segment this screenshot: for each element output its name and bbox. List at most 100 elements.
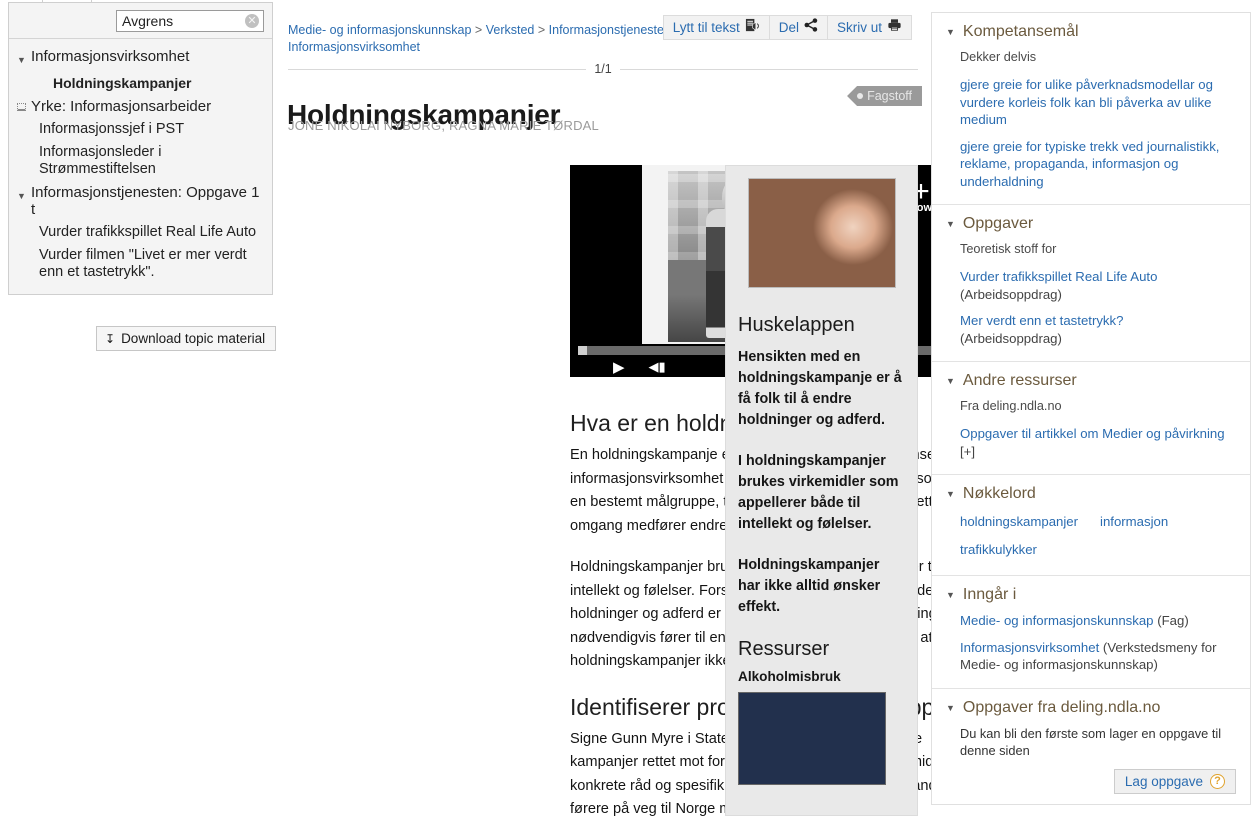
huskelappen-paragraph: I holdningskampanjer brukes virkemidler … bbox=[738, 453, 899, 532]
section-title: Inngår i bbox=[962, 586, 1017, 603]
competence-goal-link[interactable]: gjere greie for typiske trekk ved journa… bbox=[960, 138, 1236, 191]
parent-entry[interactable]: Informasjonsvirksomhet (Verkstedsmeny fo… bbox=[960, 639, 1236, 674]
breadcrumb-link-1[interactable]: Verksted bbox=[486, 23, 535, 37]
breadcrumb-separator: > bbox=[537, 23, 546, 37]
search-row: ✕ bbox=[9, 3, 272, 39]
sidebar-item-vurder-filmen[interactable]: Vurder filmen "Livet er mer verdt enn et… bbox=[9, 244, 272, 284]
parent-link[interactable]: Informasjonsvirksomhet bbox=[960, 640, 1099, 655]
section-note: Fra deling.ndla.no bbox=[960, 399, 1062, 413]
section-header[interactable]: ▼ Nøkkelord bbox=[946, 485, 1236, 503]
sidebar-item-vurder-trafikkspillet[interactable]: Vurder trafikkspillet Real Life Auto bbox=[9, 221, 272, 244]
sidebar-item-label: Informasjonsleder i Strømmestiftelsen bbox=[39, 144, 162, 177]
listen-to-text-button[interactable]: Lytt til tekst bbox=[662, 15, 770, 40]
page-indicator-rule: 1/1 bbox=[288, 62, 919, 76]
task-suffix: (Arbeidsoppdrag) bbox=[960, 330, 1062, 346]
article-actions: Lytt til tekst Del Skriv ut bbox=[662, 15, 912, 40]
section-oppgaver: ▼ Oppgaver Teoretisk stoff for Vurder tr… bbox=[932, 205, 1250, 362]
keyword-tag[interactable]: holdningskampanjer bbox=[960, 511, 1078, 533]
task-suffix: (Arbeidsoppdrag) bbox=[960, 286, 1062, 302]
sidebar-item-label: Yrke: Informasjonsarbeider bbox=[31, 98, 212, 115]
chevron-down-icon[interactable]: ▼ bbox=[946, 376, 955, 386]
section-title: Oppgaver fra deling.ndla.no bbox=[962, 698, 1161, 716]
breadcrumb-separator: > bbox=[474, 23, 483, 37]
clear-search-icon[interactable]: ✕ bbox=[245, 13, 259, 28]
search-wrapper: ✕ bbox=[116, 9, 264, 32]
help-circle-icon[interactable]: ? bbox=[1210, 773, 1225, 789]
video-progress-handle[interactable] bbox=[578, 346, 587, 355]
resource-suffix: [+] bbox=[960, 443, 976, 459]
page-root: ✕ ▼ Informasjonsvirksomhet Holdningskamp… bbox=[0, 0, 1258, 816]
breadcrumb-link-2[interactable]: Informasjonstjenesten bbox=[549, 23, 671, 37]
section-oppgaver-deling: ▼ Oppgaver fra deling.ndla.no Du kan bli… bbox=[932, 689, 1250, 804]
download-topic-material-button[interactable]: ↧ Download topic material bbox=[96, 326, 277, 351]
section-header[interactable]: ▼ Inngår i bbox=[946, 586, 1236, 604]
print-button-label: Skriv ut bbox=[836, 19, 882, 35]
sidebar-item-label: Informasjonsvirksomhet bbox=[31, 48, 190, 65]
section-header[interactable]: ▼ Andre ressurser bbox=[946, 372, 1236, 390]
sidebar-item-yrke[interactable]: Yrke: Informasjonsarbeider bbox=[9, 95, 272, 118]
print-button[interactable]: Skriv ut bbox=[827, 15, 912, 40]
topic-menu-box: ✕ ▼ Informasjonsvirksomhet Holdningskamp… bbox=[8, 2, 273, 295]
parent-suffix: (Fag) bbox=[1157, 613, 1189, 628]
sidebar-item-informasjonstjenesten[interactable]: ▼ Informasjonstjenesten: Oppgave 1 t bbox=[9, 181, 272, 221]
chevron-down-icon[interactable]: ▼ bbox=[17, 184, 31, 205]
create-task-button[interactable]: Lag oppgave ? bbox=[1113, 768, 1236, 794]
task-link[interactable]: Mer verdt enn et tastetrykk? bbox=[960, 313, 1123, 328]
play-icon[interactable]: ▶ bbox=[613, 358, 625, 376]
section-inngar-i: ▼ Inngår i Medie- og informasjonskunnska… bbox=[932, 576, 1250, 689]
sidebar-item-informasjonsleder[interactable]: Informasjonsleder i Strømmestiftelsen bbox=[9, 141, 272, 181]
chevron-down-icon[interactable]: ▼ bbox=[946, 590, 955, 600]
page-indicator: 1/1 bbox=[594, 62, 612, 76]
sidebar-item-label: Vurder filmen "Livet er mer verdt enn et… bbox=[39, 247, 247, 280]
search-input[interactable] bbox=[116, 9, 264, 32]
breadcrumb: Medie- og informasjonskunnskap > Verkste… bbox=[288, 22, 688, 56]
create-task-label: Lag oppgave bbox=[1124, 773, 1203, 789]
left-sidebar: ✕ ▼ Informasjonsvirksomhet Holdningskamp… bbox=[0, 0, 282, 816]
breadcrumb-link-3[interactable]: Informasjonsvirksomhet bbox=[288, 40, 420, 54]
resource-entry[interactable]: Oppgaver til artikkel om Medier og påvir… bbox=[960, 425, 1236, 460]
task-link[interactable]: Vurder trafikkspillet Real Life Auto bbox=[960, 269, 1157, 284]
competence-goal-link[interactable]: gjere greie for ulike påverknadsmodellar… bbox=[960, 76, 1236, 129]
task-entry[interactable]: Mer verdt enn et tastetrykk? (Arbeidsopp… bbox=[960, 312, 1236, 347]
sidebar-item-holdningskampanjer[interactable]: Holdningskampanjer bbox=[9, 72, 272, 95]
huskelappen-heading: Huskelappen bbox=[738, 314, 855, 336]
huskelappen-paragraph: Holdningskampanjer har ikke alltid ønske… bbox=[738, 557, 881, 615]
keyword-tag[interactable]: trafikkulykker bbox=[960, 539, 1037, 561]
chevron-down-icon[interactable]: ▼ bbox=[946, 703, 955, 713]
speaker-text-icon bbox=[745, 18, 760, 38]
task-entry[interactable]: Vurder trafikkspillet Real Life Auto (Ar… bbox=[960, 268, 1236, 303]
chevron-down-icon[interactable]: ▼ bbox=[946, 219, 955, 229]
resource-link[interactable]: Oppgaver til artikkel om Medier og påvir… bbox=[960, 426, 1225, 441]
topic-menu-list: ▼ Informasjonsvirksomhet Holdningskampan… bbox=[9, 39, 272, 294]
sidebar-item-informasjonsvirksomhet[interactable]: ▼ Informasjonsvirksomhet bbox=[9, 45, 272, 72]
keyword-list: holdningskampanjer informasjon trafikkul… bbox=[960, 511, 1236, 561]
rule-left bbox=[288, 68, 587, 70]
previous-icon[interactable]: ◀▮ bbox=[649, 359, 666, 375]
section-title: Kompetansemål bbox=[962, 23, 1079, 40]
share-icon bbox=[804, 18, 818, 37]
section-title: Nøkkelord bbox=[962, 485, 1036, 502]
sidebar-item-informasjonssjef-pst[interactable]: Informasjonssjef i PST bbox=[9, 118, 272, 141]
listen-button-label: Lytt til tekst bbox=[672, 19, 740, 35]
sidebar-item-label: Holdningskampanjer bbox=[53, 75, 192, 91]
section-header[interactable]: ▼ Oppgaver fra deling.ndla.no bbox=[946, 699, 1236, 717]
chevron-down-icon[interactable]: ▼ bbox=[946, 27, 955, 37]
keyword-tag[interactable]: informasjon bbox=[1100, 511, 1168, 533]
dotted-box-icon[interactable] bbox=[17, 98, 31, 111]
badge-dot-icon bbox=[857, 93, 864, 99]
article-authors: JONE NIKOLAI NYBORG, RAGNA MARIE TØRDAL bbox=[288, 118, 599, 133]
chevron-down-icon[interactable]: ▼ bbox=[17, 48, 31, 69]
share-button[interactable]: Del bbox=[769, 15, 828, 40]
section-header[interactable]: ▼ Kompetansemål bbox=[946, 23, 1236, 41]
parent-entry[interactable]: Medie- og informasjonskunnskap (Fag) bbox=[960, 612, 1236, 630]
section-andre-ressurser: ▼ Andre ressurser Fra deling.ndla.no Opp… bbox=[932, 362, 1250, 475]
listening-woman-image bbox=[747, 178, 896, 288]
parent-link[interactable]: Medie- og informasjonskunnskap bbox=[960, 613, 1154, 628]
section-header[interactable]: ▼ Oppgaver bbox=[946, 215, 1236, 233]
breadcrumb-link-0[interactable]: Medie- og informasjonskunnskap bbox=[288, 23, 471, 37]
chevron-down-icon[interactable]: ▼ bbox=[946, 489, 955, 499]
wet-cobblestone-street-image[interactable] bbox=[738, 692, 886, 785]
resource-subtitle: Alkoholmisbruk bbox=[738, 669, 841, 684]
printer-icon bbox=[887, 18, 902, 37]
section-description: Du kan bli den første som lager en oppga… bbox=[960, 725, 1222, 758]
